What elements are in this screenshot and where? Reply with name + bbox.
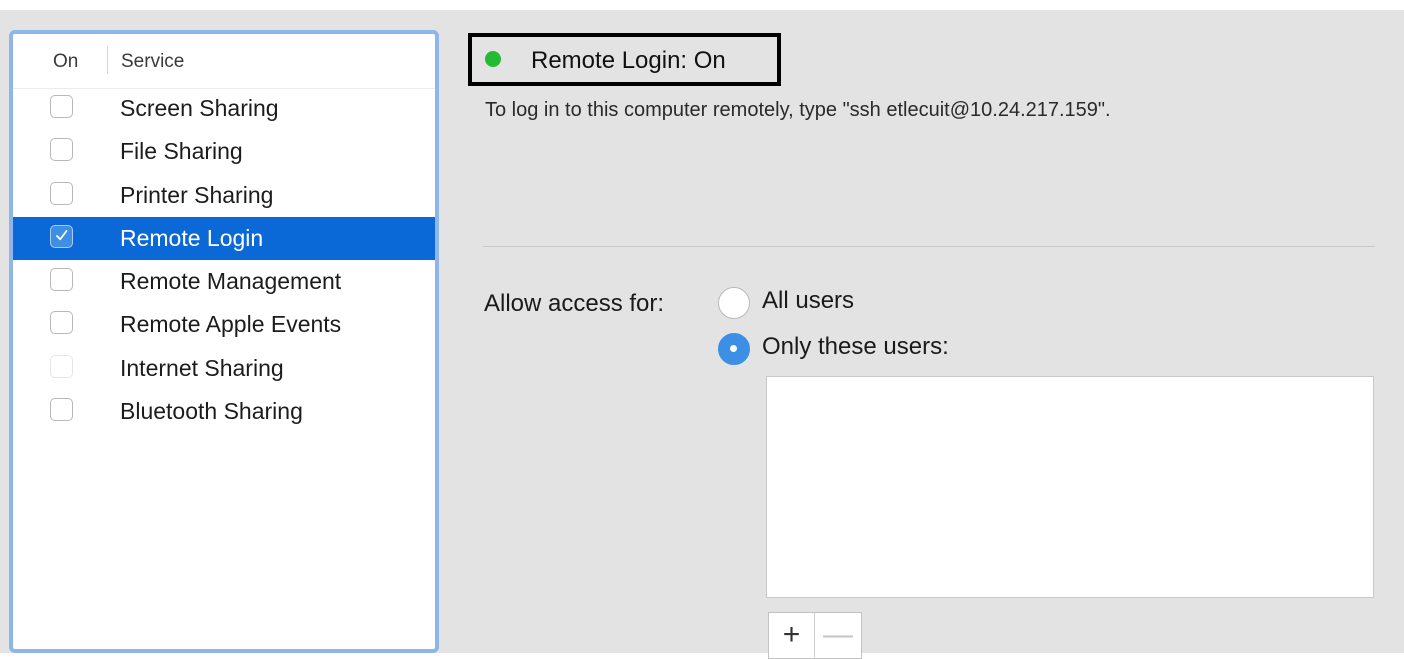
- column-divider[interactable]: [107, 46, 108, 74]
- service-label: Remote Apple Events: [120, 311, 342, 338]
- sharing-preferences-window: On Service Screen Sharing File Sharing P…: [0, 10, 1404, 659]
- add-user-button[interactable]: +: [769, 613, 815, 658]
- service-list[interactable]: On Service Screen Sharing File Sharing P…: [9, 30, 439, 653]
- users-list[interactable]: [766, 376, 1374, 598]
- service-checkbox[interactable]: [50, 311, 73, 335]
- service-label: File Sharing: [120, 138, 243, 165]
- service-checkbox[interactable]: [50, 95, 73, 118]
- column-header-service[interactable]: Service: [121, 51, 184, 73]
- service-row-file-sharing[interactable]: File Sharing: [13, 130, 435, 173]
- service-row-bluetooth-sharing[interactable]: Bluetooth Sharing: [13, 390, 435, 433]
- service-row-internet-sharing[interactable]: Internet Sharing: [13, 347, 435, 390]
- remote-login-instructions: To log in to this computer remotely, typ…: [485, 99, 1111, 121]
- status-indicator-icon: [485, 51, 501, 67]
- separator: [483, 246, 1375, 247]
- add-remove-buttons: + —: [768, 612, 862, 659]
- service-label: Screen Sharing: [120, 95, 279, 121]
- service-row-remote-login[interactable]: Remote Login: [13, 216, 435, 261]
- service-checkbox[interactable]: [50, 138, 73, 162]
- service-row-screen-sharing[interactable]: Screen Sharing: [13, 87, 435, 130]
- list-header: On Service: [13, 34, 435, 89]
- service-checkbox[interactable]: [50, 224, 73, 248]
- radio-label[interactable]: Only these users:: [762, 333, 949, 361]
- service-label: Printer Sharing: [120, 181, 274, 208]
- service-checkbox[interactable]: [50, 268, 73, 292]
- radio-selected-dot: [730, 345, 737, 352]
- service-label: Remote Management: [120, 268, 342, 295]
- status-text: Remote Login: On: [531, 47, 726, 74]
- service-rows: Screen Sharing File Sharing Printer Shar…: [13, 87, 435, 433]
- service-checkbox: [50, 354, 73, 378]
- service-checkbox[interactable]: [50, 181, 73, 205]
- service-row-printer-sharing[interactable]: Printer Sharing: [13, 174, 435, 217]
- service-checkbox[interactable]: [50, 398, 73, 422]
- service-row-remote-management[interactable]: Remote Management: [13, 260, 435, 303]
- status-box: Remote Login: On: [468, 33, 781, 86]
- plus-icon: +: [782, 618, 801, 651]
- service-row-remote-apple-events[interactable]: Remote Apple Events: [13, 303, 435, 346]
- service-label: Remote Login: [120, 224, 264, 251]
- radio-label[interactable]: All users: [762, 287, 854, 315]
- allow-access-label: Allow access for:: [484, 290, 665, 317]
- checkmark-icon: [56, 229, 68, 241]
- service-label: Internet Sharing: [120, 354, 284, 381]
- radio-button[interactable]: [718, 287, 750, 319]
- service-label: Bluetooth Sharing: [120, 398, 303, 425]
- radio-button[interactable]: [718, 333, 750, 365]
- minus-icon: —: [823, 618, 853, 651]
- remove-user-button[interactable]: —: [815, 613, 861, 658]
- column-header-on[interactable]: On: [53, 51, 78, 73]
